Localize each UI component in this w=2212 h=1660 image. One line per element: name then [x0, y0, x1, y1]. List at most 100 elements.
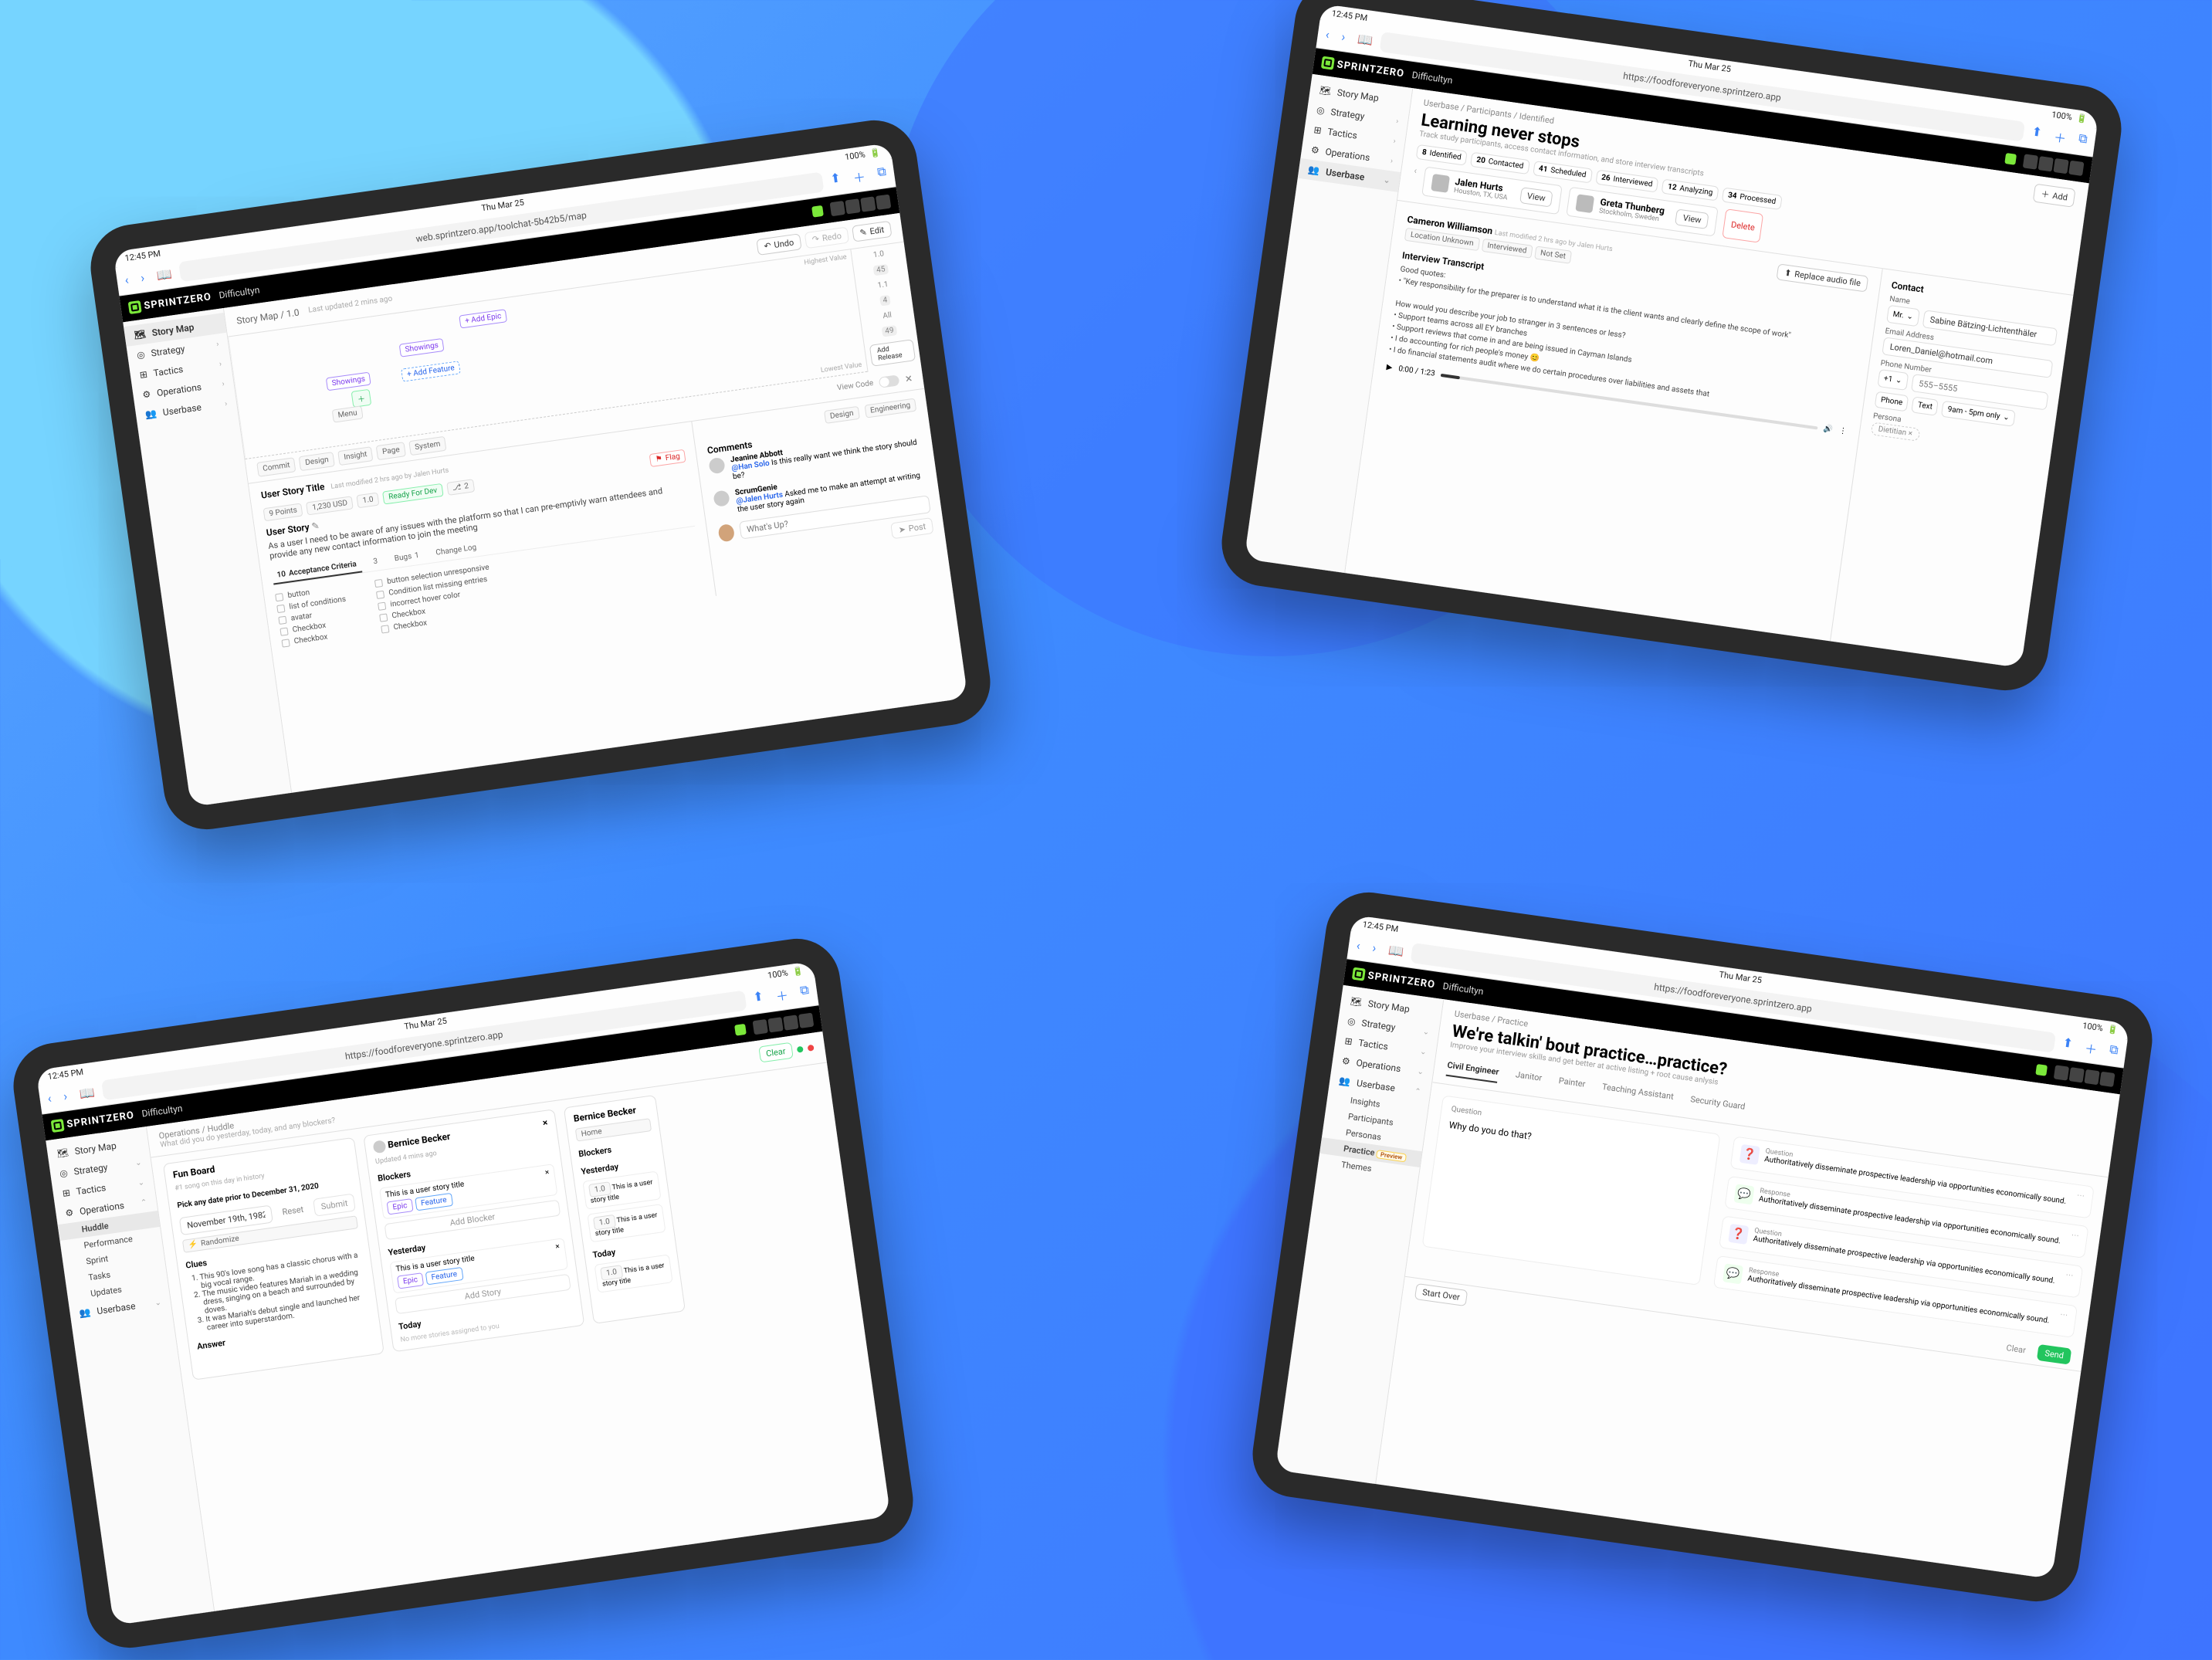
pref-text[interactable]: Text	[1912, 396, 1939, 415]
tab-civil-engineer[interactable]: Civil Engineer	[1446, 1055, 1501, 1083]
design-filter[interactable]: Design	[824, 406, 860, 424]
more-icon[interactable]: ⋮	[1838, 426, 1847, 435]
add-button[interactable]: ＋ Add	[2033, 184, 2075, 208]
tab-security-guard[interactable]: Security Guard	[1689, 1089, 1746, 1118]
last-updated: Last updated 2 mins ago	[308, 295, 393, 315]
close-icon[interactable]: ×	[542, 1117, 549, 1130]
send-button[interactable]: Send	[2037, 1344, 2071, 1365]
fun-board-title: Fun Board	[172, 1164, 215, 1180]
response-icon: 💬	[1733, 1184, 1754, 1204]
flag-button[interactable]: ⚑ Flag	[649, 449, 686, 467]
new-tab-icon[interactable]: ＋	[2084, 1038, 2099, 1059]
engineering-filter[interactable]: Engineering	[864, 398, 916, 418]
cost-tag[interactable]: 1,230 USD	[306, 496, 354, 515]
page-tag[interactable]: Page	[376, 442, 406, 460]
more-icon[interactable]: ⋯	[2058, 1310, 2068, 1330]
battery: 100%	[844, 149, 865, 162]
tab-teaching-assistant[interactable]: Teaching Assistant	[1601, 1077, 1675, 1108]
undo-button[interactable]: ↶ Undo	[756, 233, 801, 256]
start-over-button[interactable]: Start Over	[1414, 1283, 1468, 1306]
share-icon[interactable]: ⬆︎	[829, 170, 842, 190]
more-icon[interactable]: ⋯	[2069, 1231, 2079, 1250]
reset-button[interactable]: Reset	[275, 1200, 311, 1222]
back-icon[interactable]: ‹	[46, 1090, 52, 1105]
tab-changelog[interactable]: Change Log	[430, 540, 482, 563]
view-code-toggle-label: View Code	[837, 379, 874, 392]
close-panel-button[interactable]: ×	[904, 371, 913, 386]
book-icon[interactable]: 📖	[79, 1084, 96, 1101]
forward-icon[interactable]: ›	[1371, 940, 1377, 954]
share-icon[interactable]: ⬆︎	[2031, 124, 2044, 144]
prefix-select[interactable]: Mr. ⌄	[1886, 305, 1919, 327]
feature-add[interactable]: + Add Feature	[401, 361, 461, 381]
status-tag[interactable]: Interviewed	[1481, 239, 1533, 259]
ipad-practice: 12:45 PMThu Mar 25100% 🔋 ‹›📖 https://foo…	[1247, 887, 2157, 1607]
avatar	[1431, 174, 1450, 193]
avatar-stack[interactable]	[830, 195, 892, 217]
tabs-icon[interactable]: ⧉	[799, 982, 811, 1001]
insight-tag[interactable]: Insight	[337, 446, 373, 466]
forward-icon[interactable]: ›	[140, 269, 145, 284]
forward-icon[interactable]: ›	[1340, 29, 1346, 43]
tab-janitor[interactable]: Janitor	[1514, 1065, 1543, 1089]
view-button[interactable]: View	[1519, 187, 1553, 208]
add-release-button[interactable]: Add Release	[869, 339, 916, 367]
tabs-icon[interactable]: ⧉	[2077, 130, 2088, 150]
tab-bugs[interactable]: Bugs 1	[389, 547, 425, 568]
ready-tag[interactable]: Ready For Dev	[382, 483, 443, 505]
epic-add[interactable]: + Add Epic	[459, 309, 507, 328]
new-tab-icon[interactable]: ＋	[852, 167, 866, 187]
version-tag[interactable]: 1.0	[357, 493, 380, 509]
lane-low: Lowest Value	[820, 361, 862, 374]
view-code-toggle[interactable]	[879, 374, 900, 388]
replace-audio-button[interactable]: ⬆︎ Replace audio file	[1777, 263, 1868, 292]
new-tab-icon[interactable]: ＋	[774, 985, 789, 1005]
book-icon[interactable]: 📖	[1387, 942, 1404, 959]
release-1[interactable]: 1.0	[872, 249, 884, 259]
epic-showings-2[interactable]: Showings	[326, 372, 371, 391]
redo-button[interactable]: ↷ Redo	[805, 227, 850, 249]
branch-tag[interactable]: ⎇ 2	[446, 479, 475, 496]
post-button[interactable]: ➤ Post	[890, 517, 933, 539]
country-code-select[interactable]: +1 ⌄	[1877, 369, 1909, 391]
tabs-icon[interactable]: ⧉	[2108, 1042, 2119, 1061]
commit-tag[interactable]: Commit	[256, 457, 296, 477]
play-icon[interactable]: ▶	[1386, 363, 1393, 372]
notset-tag[interactable]: Not Set	[1534, 246, 1572, 263]
view-button[interactable]: View	[1675, 208, 1709, 229]
clear-button[interactable]: Clear	[1999, 1339, 2033, 1360]
tab-painter[interactable]: Painter	[1557, 1071, 1587, 1096]
tab-bugs-count: 3	[368, 554, 383, 571]
forward-icon[interactable]: ›	[63, 1088, 68, 1103]
back-icon[interactable]: ‹	[1325, 26, 1330, 41]
design-tag[interactable]: Design	[299, 452, 335, 471]
delete-button[interactable]: Delete	[1723, 208, 1764, 242]
user-huddle-panel-2: Bernice Becker Home Blockers Yesterday 1…	[564, 1095, 686, 1324]
pref-phone[interactable]: Phone	[1875, 391, 1909, 412]
volume-icon[interactable]: 🔊	[1823, 425, 1834, 435]
story-menu[interactable]: Menu	[332, 405, 364, 422]
new-tab-icon[interactable]: ＋	[2053, 127, 2068, 147]
user-huddle-panel: Bernice Becker × Updated 4 mins ago Bloc…	[363, 1109, 584, 1352]
book-icon[interactable]: 📖	[156, 266, 173, 283]
points-tag[interactable]: 9 Points	[263, 503, 303, 521]
add-icon[interactable]: ＋	[351, 389, 372, 408]
tabs-icon[interactable]: ⧉	[876, 164, 888, 183]
more-icon[interactable]: ⋯	[2064, 1271, 2074, 1290]
release-all[interactable]: All	[882, 311, 893, 320]
submit-button[interactable]: Submit	[313, 1194, 355, 1217]
system-tag[interactable]: System	[408, 436, 446, 456]
epic-showings[interactable]: Showings	[399, 338, 445, 357]
avatar	[709, 457, 727, 475]
brand-name: SPRINTZERO	[144, 291, 212, 312]
fun-board-panel: Fun Board #1 song on this day in history…	[163, 1137, 384, 1381]
edit-button[interactable]: ✎ Edit	[852, 221, 892, 242]
share-icon[interactable]: ⬆︎	[2061, 1035, 2075, 1055]
more-icon[interactable]: ⋯	[2075, 1191, 2085, 1211]
release-2[interactable]: 1.1	[877, 280, 889, 290]
back-icon[interactable]: ‹	[1356, 937, 1361, 952]
share-icon[interactable]: ⬆︎	[752, 988, 765, 1008]
edit-icon[interactable]: ✎	[311, 520, 320, 532]
book-icon[interactable]: 📖	[1357, 31, 1374, 48]
back-icon[interactable]: ‹	[124, 272, 129, 286]
